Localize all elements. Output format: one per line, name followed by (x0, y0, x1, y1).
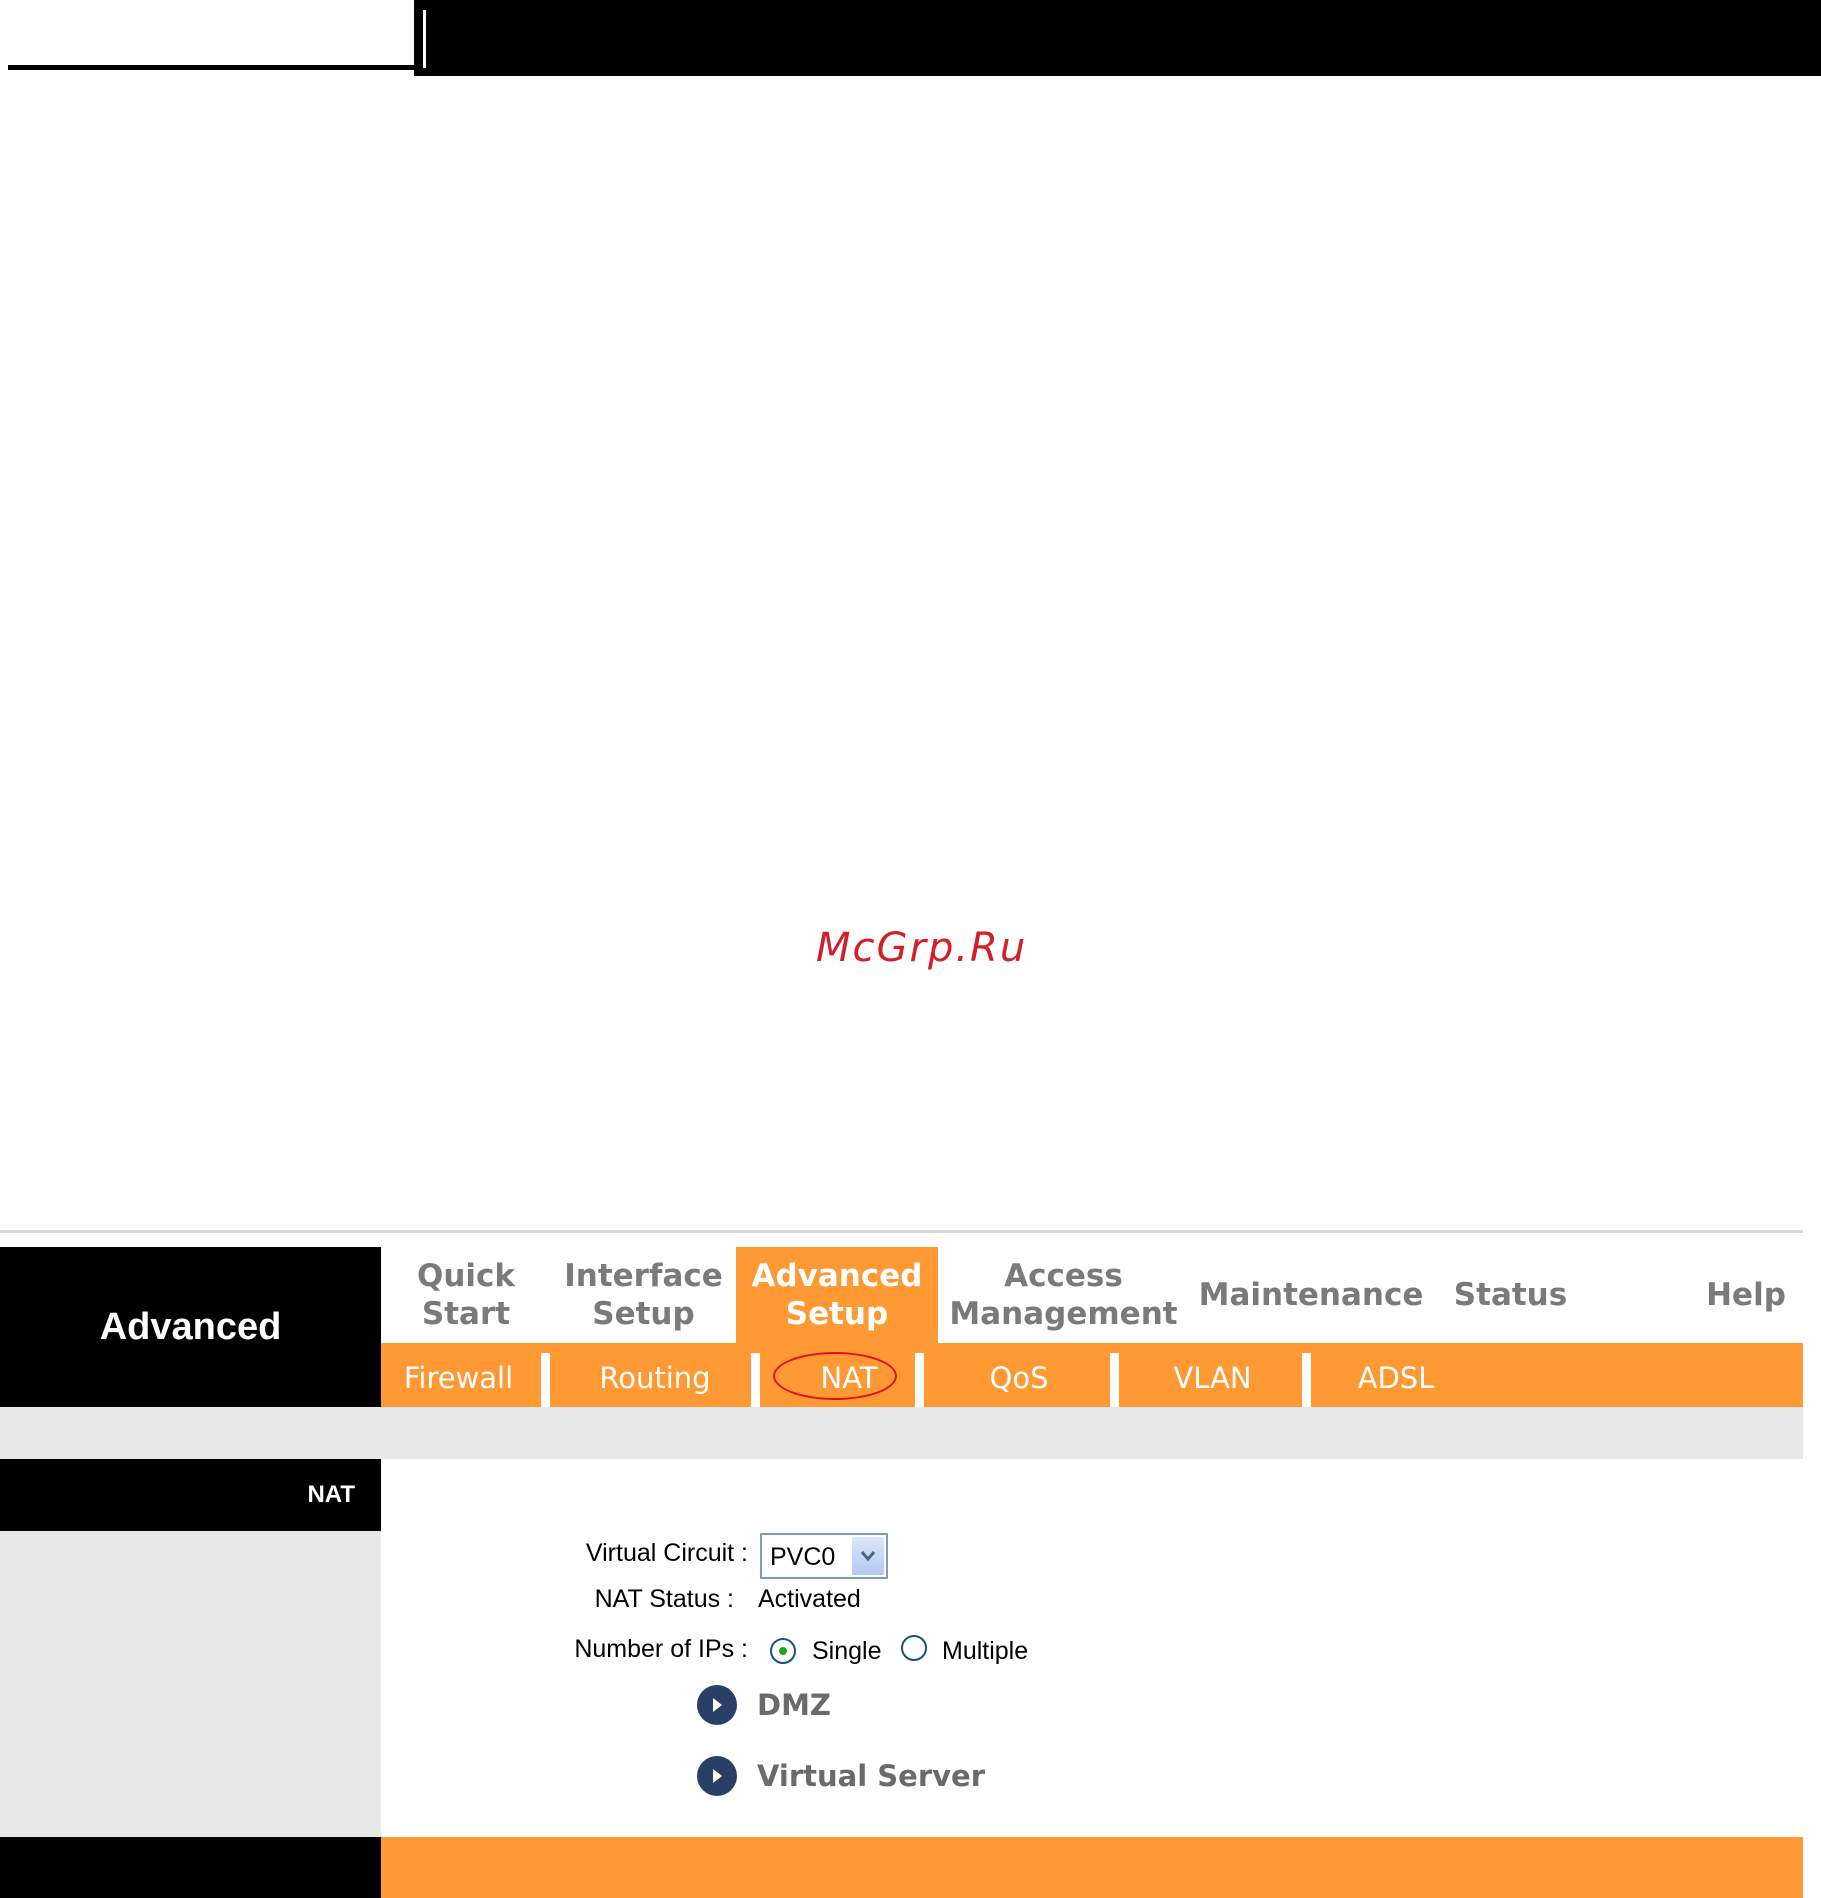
virtual-circuit-value: PVC0 (770, 1543, 836, 1571)
chevron-down-icon[interactable] (852, 1537, 884, 1575)
subtab-separator (541, 1353, 550, 1407)
brand-label: Advanced (0, 1247, 381, 1407)
footer-bar (381, 1837, 1803, 1898)
tab-quick-start[interactable]: Quick Start (381, 1247, 551, 1343)
main-nav: Quick Start Interface Setup Advanced Setup … (381, 1247, 1803, 1343)
document-header-rule (8, 0, 415, 70)
virtual-circuit-select[interactable]: PVC0 (760, 1533, 888, 1579)
tab-status[interactable]: Status (1433, 1247, 1588, 1343)
subtab-routing[interactable]: Routing (550, 1351, 760, 1405)
subtab-firewall[interactable]: Firewall (381, 1351, 536, 1405)
dmz-link[interactable]: DMZ (697, 1685, 831, 1725)
document-header-notch (423, 10, 426, 68)
arrow-right-icon (697, 1756, 737, 1796)
dmz-link-label: DMZ (757, 1688, 831, 1722)
tab-maintenance[interactable]: Maintenance (1189, 1247, 1433, 1343)
radio-multiple-label: Multiple (942, 1637, 1029, 1665)
left-panel (0, 1531, 381, 1837)
subtab-separator (751, 1353, 760, 1407)
subtab-vlan[interactable]: VLAN (1119, 1351, 1306, 1405)
virtual-server-link-label: Virtual Server (757, 1759, 986, 1793)
subtab-qos[interactable]: QoS (924, 1351, 1114, 1405)
subtab-adsl[interactable]: ADSL (1311, 1351, 1481, 1405)
tab-interface-setup[interactable]: Interface Setup (551, 1247, 736, 1343)
document-header-bar (414, 0, 1821, 76)
tab-advanced-setup[interactable]: Advanced Setup (736, 1247, 938, 1343)
radio-single[interactable] (770, 1638, 796, 1664)
nat-status-value: Activated (758, 1585, 861, 1613)
watermark: McGrp.Ru (816, 925, 1028, 971)
radio-single-label: Single (812, 1637, 882, 1665)
footer-left (0, 1837, 381, 1898)
virtual-server-link[interactable]: Virtual Server (697, 1756, 985, 1796)
nat-highlight-ellipse (773, 1352, 897, 1400)
number-of-ips-label: Number of IPs : (574, 1635, 748, 1663)
router-ui-screenshot: Advanced Quick Start Interface Setup Advan… (0, 1230, 1803, 1898)
arrow-right-icon (697, 1685, 737, 1725)
radio-selected-dot (779, 1647, 787, 1655)
virtual-circuit-label: Virtual Circuit : (585, 1539, 748, 1567)
sub-nav: Firewall Routing NAT QoS VLAN ADSL (381, 1343, 1803, 1407)
tab-help[interactable]: Help (1691, 1247, 1801, 1343)
section-title: NAT (0, 1459, 381, 1531)
radio-multiple[interactable] (901, 1635, 927, 1661)
nat-status-label: NAT Status : (594, 1585, 734, 1613)
gray-band (0, 1407, 1803, 1459)
subtab-separator (1110, 1353, 1119, 1407)
subtab-separator (1302, 1353, 1311, 1407)
subtab-separator (915, 1353, 924, 1407)
tab-access-management[interactable]: Access Management (938, 1247, 1189, 1343)
